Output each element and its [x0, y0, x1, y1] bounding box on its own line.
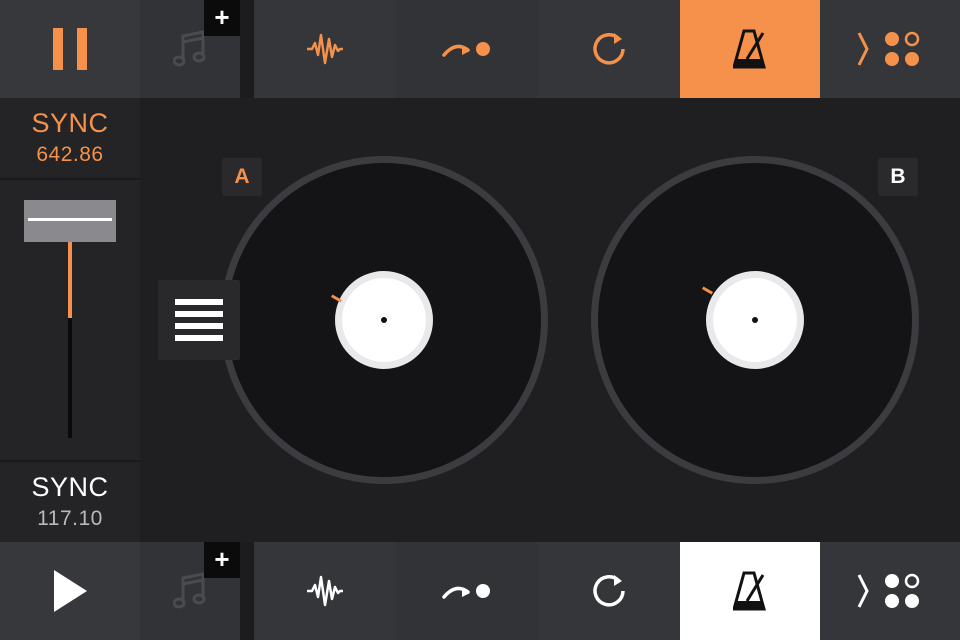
- pads-button[interactable]: [820, 0, 960, 98]
- record-center-deck-b: [713, 278, 797, 362]
- add-track-button[interactable]: +: [204, 542, 240, 578]
- deck-b-tag: B: [878, 158, 918, 196]
- crossfader-fill: [68, 238, 72, 318]
- sync-button-deck-b[interactable]: SYNC 117.10: [0, 460, 140, 542]
- cue-icon: [442, 42, 490, 57]
- toolbar-divider: [240, 542, 254, 640]
- loop-icon: [593, 575, 625, 607]
- music-note-icon: [173, 572, 206, 609]
- loop-button[interactable]: [538, 0, 680, 98]
- metronome-icon: [733, 571, 766, 611]
- cue-button[interactable]: [396, 0, 538, 98]
- crossfader-handle[interactable]: [24, 200, 116, 242]
- cue-button[interactable]: [396, 542, 538, 640]
- sync-panel: SYNC 642.86 SYNC 117.10: [0, 98, 140, 542]
- menu-icon: [175, 299, 223, 341]
- pads-button[interactable]: [820, 542, 960, 640]
- sync-label-deck-a: SYNC: [31, 108, 109, 138]
- pads-icon: [857, 31, 920, 66]
- bpm-deck-b: 117.10: [37, 507, 103, 530]
- deck-a-toolbar: +: [0, 0, 960, 98]
- sync-button-deck-a[interactable]: SYNC 642.86: [0, 98, 140, 180]
- record-center-deck-a: [342, 278, 426, 362]
- deck-a-tag: A: [222, 158, 262, 196]
- waveform-button[interactable]: [254, 0, 396, 98]
- library-button[interactable]: +: [140, 542, 240, 640]
- waveform-button[interactable]: [254, 542, 396, 640]
- library-button[interactable]: +: [140, 0, 240, 98]
- position-marker-deck-b: [701, 286, 714, 295]
- music-note-icon: [173, 30, 206, 67]
- deck-b-toolbar: +: [0, 542, 960, 640]
- play-icon: [54, 570, 87, 612]
- record-label-deck-a: [335, 271, 433, 369]
- pause-icon: [53, 28, 87, 70]
- add-track-button[interactable]: +: [204, 0, 240, 36]
- crossfader-track[interactable]: [68, 238, 72, 438]
- loop-icon: [593, 33, 625, 65]
- bpm-deck-a: 642.86: [36, 143, 104, 166]
- cue-icon: [442, 584, 490, 599]
- metronome-button[interactable]: [680, 542, 820, 640]
- metronome-icon: [733, 29, 766, 69]
- menu-button[interactable]: [158, 280, 240, 360]
- record-label-deck-b: [706, 271, 804, 369]
- loop-button[interactable]: [538, 542, 680, 640]
- waveform-icon: [307, 575, 343, 607]
- pads-icon: [857, 573, 920, 608]
- metronome-button[interactable]: [680, 0, 820, 98]
- pause-button[interactable]: [0, 0, 140, 98]
- decks-area: A B: [140, 98, 960, 542]
- turntable-deck-a[interactable]: [220, 156, 548, 484]
- turntable-deck-b[interactable]: [591, 156, 919, 484]
- toolbar-divider: [240, 0, 254, 98]
- sync-label-deck-b: SYNC: [31, 472, 109, 502]
- play-button[interactable]: [0, 542, 140, 640]
- waveform-icon: [307, 33, 343, 65]
